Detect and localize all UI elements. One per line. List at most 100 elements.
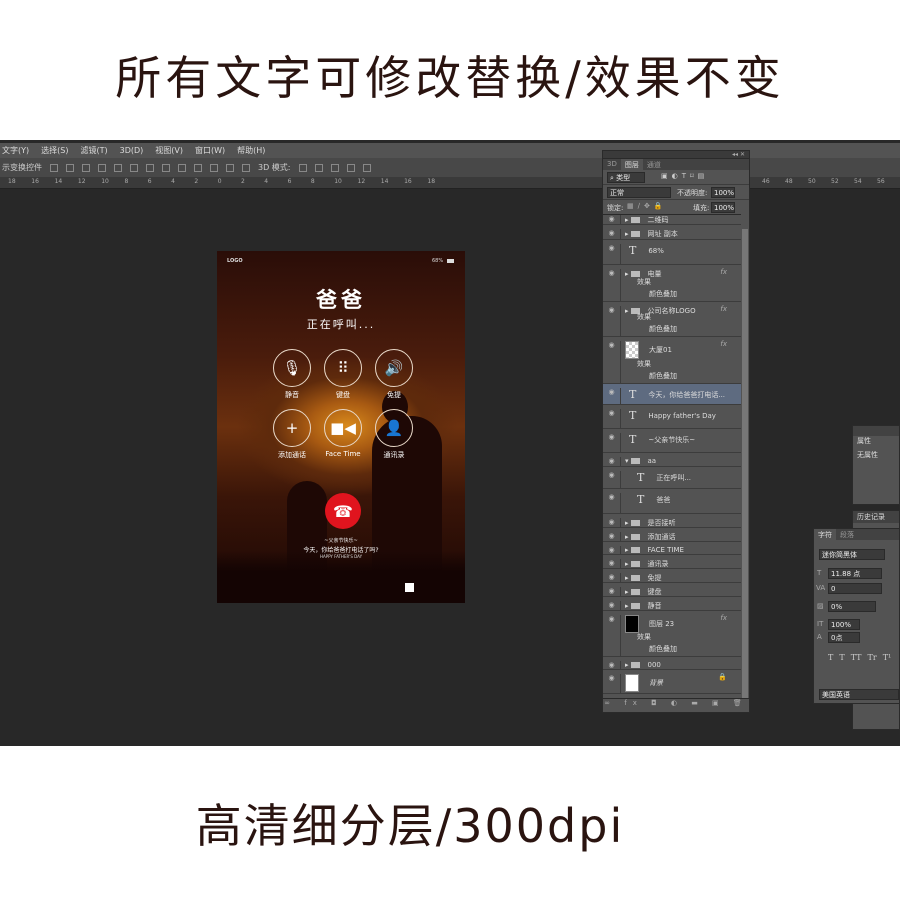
language-select[interactable]: 美国英语: [819, 689, 899, 700]
layer-row[interactable]: ◉ ▸ 电量 fx 效果 颜色叠加: [603, 265, 741, 302]
distribute-icon[interactable]: [162, 163, 170, 172]
3d-slide-icon[interactable]: [346, 163, 355, 172]
visibility-eye-icon[interactable]: ◉: [603, 674, 621, 693]
distribute-icon[interactable]: [226, 163, 234, 172]
3d-pan-icon[interactable]: [330, 163, 339, 172]
fill-input[interactable]: 100%: [711, 202, 735, 213]
auto-align-icon[interactable]: [242, 163, 250, 172]
visibility-eye-icon[interactable]: ◉: [603, 457, 621, 466]
menu-item[interactable]: 帮助(H): [237, 145, 265, 156]
layer-row[interactable]: ◉ ▸ FACE TIME: [603, 542, 741, 555]
layer-row[interactable]: ◉ T 爸爸: [603, 489, 741, 514]
layer-row[interactable]: ◉ ▸ 是否接听: [603, 514, 741, 528]
panel-collapse-bar[interactable]: ◂◂ ✕: [603, 151, 749, 159]
panel-tab[interactable]: 图层: [620, 159, 643, 170]
expand-arrow-icon[interactable]: ▸: [625, 216, 629, 224]
call-action-button[interactable]: 👤: [375, 409, 413, 447]
layer-row[interactable]: ◉ ▸ 静音: [603, 597, 741, 611]
call-action-button[interactable]: 🔊: [375, 349, 413, 387]
opacity-input[interactable]: 100%: [711, 187, 735, 198]
align-icon[interactable]: [98, 163, 106, 172]
visibility-eye-icon[interactable]: ◉: [603, 388, 621, 404]
visibility-eye-icon[interactable]: ◉: [603, 306, 621, 336]
font-size-input[interactable]: 11.88 点: [828, 568, 882, 579]
expand-arrow-icon[interactable]: ▸: [625, 574, 629, 582]
visibility-eye-icon[interactable]: ◉: [603, 661, 621, 669]
layer-row[interactable]: ◉ ▸ 二维码: [603, 215, 741, 225]
text-style-button[interactable]: T: [839, 653, 844, 662]
layer-row[interactable]: ◉ 图层 23 fx 效果 颜色叠加: [603, 611, 741, 657]
lock-icons[interactable]: ▦∕✥🔒: [627, 202, 667, 210]
tracking-input[interactable]: 0%: [828, 601, 876, 612]
fx-icon[interactable]: fx: [720, 614, 727, 622]
kerning-input[interactable]: 0: [828, 583, 882, 594]
call-action-button[interactable]: ⠿: [324, 349, 362, 387]
align-icon[interactable]: [82, 163, 90, 172]
visibility-eye-icon[interactable]: ◉: [603, 601, 621, 610]
menu-item[interactable]: 3D(D): [120, 146, 144, 155]
panel-tab[interactable]: 3D: [603, 159, 621, 170]
3d-camera-icon[interactable]: [362, 163, 371, 172]
call-action-button[interactable]: ■◀: [324, 409, 362, 447]
visibility-eye-icon[interactable]: ◉: [603, 471, 621, 488]
tab-character[interactable]: 字符: [814, 529, 836, 540]
layer-row[interactable]: ◉ ▸ 添加通话: [603, 528, 741, 542]
layers-scrollbar[interactable]: [742, 229, 748, 699]
fx-icon[interactable]: fx: [720, 268, 727, 276]
collapse-arrow-icon[interactable]: ▾: [625, 457, 629, 465]
expand-arrow-icon[interactable]: ▸: [625, 230, 629, 238]
layer-row[interactable]: ◉ T 68%: [603, 240, 741, 265]
font-family-select[interactable]: 迷你简黑体: [819, 549, 885, 560]
baseline-input[interactable]: 0点: [828, 632, 860, 643]
visibility-eye-icon[interactable]: ◉: [603, 532, 621, 541]
align-icon[interactable]: [114, 163, 122, 172]
layer-row[interactable]: ◉ ▸ 通讯录: [603, 555, 741, 569]
distribute-icon[interactable]: [210, 163, 218, 172]
expand-arrow-icon[interactable]: ▸: [625, 546, 629, 554]
layer-row[interactable]: ◉ ▸ 公司名称LOGO fx 效果 颜色叠加: [603, 302, 741, 337]
text-style-button[interactable]: TT: [851, 653, 862, 662]
menu-item[interactable]: 窗口(W): [195, 145, 225, 156]
layers-footer-icons[interactable]: ∞ fx ◘ ◐ ▬ ▣ 🗑: [603, 698, 749, 712]
visibility-eye-icon[interactable]: ◉: [603, 229, 621, 239]
3d-rotate-icon[interactable]: [298, 163, 307, 172]
3d-roll-icon[interactable]: [314, 163, 323, 172]
tab-history[interactable]: 历史记录: [853, 511, 899, 523]
tab-paragraph[interactable]: 段落: [836, 529, 858, 540]
expand-arrow-icon[interactable]: ▸: [625, 533, 629, 541]
expand-arrow-icon[interactable]: ▸: [625, 307, 629, 315]
visibility-eye-icon[interactable]: ◉: [603, 341, 621, 383]
layer-row[interactable]: ◉ ▸ 网址 副本: [603, 225, 741, 240]
fx-icon[interactable]: fx: [720, 305, 727, 313]
menu-item[interactable]: 视图(V): [155, 145, 183, 156]
layer-row[interactable]: ◉ ▸ 000: [603, 657, 741, 670]
visibility-eye-icon[interactable]: ◉: [603, 493, 621, 513]
visibility-eye-icon[interactable]: ◉: [603, 269, 621, 301]
expand-arrow-icon[interactable]: ▸: [625, 588, 629, 596]
menu-item[interactable]: 文字(Y): [2, 145, 29, 156]
call-action-button[interactable]: 🎙: [273, 349, 311, 387]
align-icon[interactable]: [130, 163, 138, 172]
visibility-eye-icon[interactable]: ◉: [603, 615, 621, 656]
layer-filter-select[interactable]: ⌕ 类型: [607, 172, 645, 183]
layer-row[interactable]: ◉ T 今天，你给爸爸打电话...: [603, 384, 741, 405]
visibility-eye-icon[interactable]: ◉: [603, 518, 621, 527]
menu-item[interactable]: 选择(S): [41, 145, 68, 156]
call-action-button[interactable]: +: [273, 409, 311, 447]
text-style-button[interactable]: T: [828, 653, 833, 662]
text-style-button[interactable]: Tr: [868, 653, 877, 662]
filter-icons[interactable]: ▣◐T⌑▤: [661, 172, 708, 180]
distribute-icon[interactable]: [194, 163, 202, 172]
expand-arrow-icon[interactable]: ▸: [625, 270, 629, 278]
layer-row[interactable]: ◉ 大厦01 fx 效果 颜色叠加: [603, 337, 741, 384]
distribute-icon[interactable]: [178, 163, 186, 172]
layer-row[interactable]: ◉ ▸ 免提: [603, 569, 741, 583]
expand-arrow-icon[interactable]: ▸: [625, 661, 629, 669]
layer-row[interactable]: ◉ ▸ 键盘: [603, 583, 741, 597]
layer-row[interactable]: ◉ T Happy father's Day: [603, 405, 741, 429]
expand-arrow-icon[interactable]: ▸: [625, 602, 629, 610]
visibility-eye-icon[interactable]: ◉: [603, 587, 621, 596]
expand-arrow-icon[interactable]: ▸: [625, 519, 629, 527]
align-icon[interactable]: [50, 163, 58, 172]
layer-row[interactable]: ◉ T 正在呼叫...: [603, 467, 741, 489]
